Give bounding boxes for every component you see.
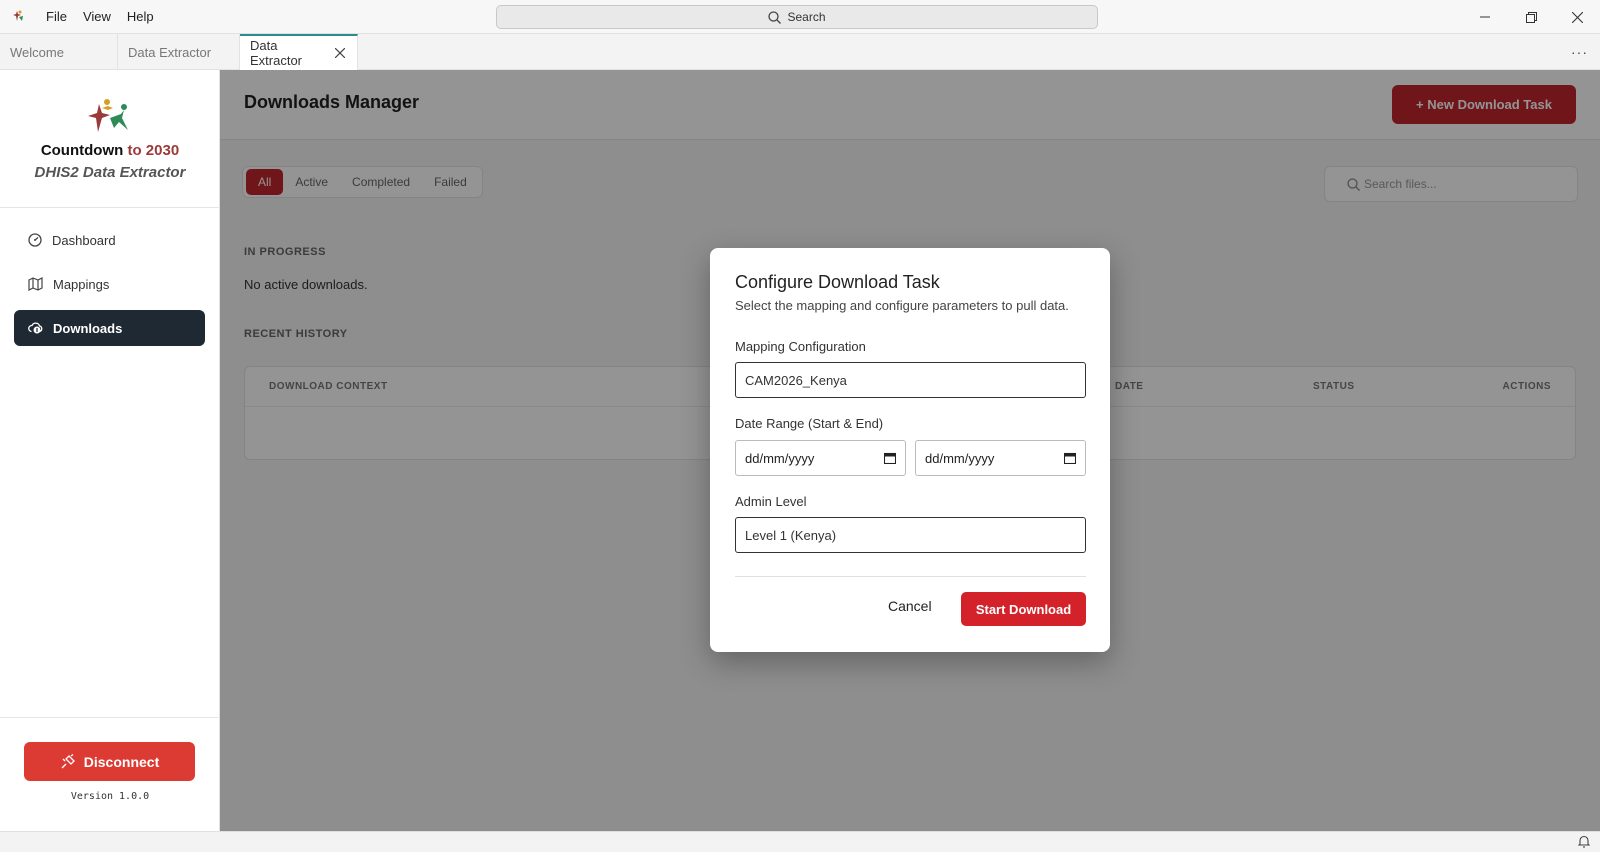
mapping-label: Mapping Configuration: [735, 339, 866, 354]
map-icon: [28, 277, 43, 291]
sidebar-item-label: Dashboard: [52, 232, 116, 248]
admin-level-label: Admin Level: [735, 494, 807, 509]
countdown-logo-icon: [88, 99, 128, 132]
window-controls: [1462, 0, 1600, 34]
sidebar-item-downloads[interactable]: Downloads: [14, 310, 205, 346]
admin-level-value: Level 1 (Kenya): [745, 527, 837, 543]
cloud-download-icon: [28, 322, 43, 334]
bell-icon[interactable]: [1578, 835, 1590, 848]
end-date-value: dd/mm/yyyy: [925, 450, 995, 466]
tab-more-button[interactable]: ···: [1571, 44, 1588, 60]
start-date-value: dd/mm/yyyy: [745, 450, 815, 466]
date-range-label: Date Range (Start & End): [735, 416, 884, 431]
close-icon: [1571, 11, 1583, 23]
brand-subtitle: DHIS2 Data Extractor: [34, 164, 186, 181]
admin-level-select[interactable]: Level 1 (Kenya): [735, 517, 1086, 553]
tab-welcome[interactable]: Welcome: [0, 34, 118, 70]
restore-icon: [1525, 11, 1537, 23]
gauge-icon: [28, 233, 42, 247]
sidebar-footer: Disconnect Version 1.0.0: [0, 717, 220, 831]
brand-name-a: Countdown: [40, 142, 124, 159]
menu-help[interactable]: Help: [119, 0, 162, 34]
disconnect-button[interactable]: Disconnect: [24, 742, 195, 781]
sidebar-item-label: Downloads: [53, 320, 123, 336]
restore-button[interactable]: [1508, 0, 1554, 34]
tab-close-button[interactable]: [333, 46, 347, 60]
menu-view[interactable]: View: [75, 0, 119, 34]
command-search[interactable]: Search: [496, 5, 1098, 29]
tab-label: Data Extractor: [250, 38, 303, 68]
tab-data-extractor-2[interactable]: Data Extractor: [240, 34, 358, 70]
calendar-icon[interactable]: [884, 452, 896, 464]
version-text: Version 1.0.0: [70, 791, 150, 802]
dialog-divider: [735, 576, 1086, 577]
calendar-icon[interactable]: [1064, 452, 1076, 464]
sidebar: Countdown to 2030 DHIS2 Data Extractor D…: [0, 70, 220, 831]
sidebar-item-dashboard[interactable]: Dashboard: [14, 222, 205, 258]
unplug-icon: [61, 753, 75, 768]
app-logo-icon: [13, 10, 23, 21]
disconnect-label: Disconnect: [83, 753, 160, 770]
menu-file[interactable]: File: [38, 0, 75, 34]
sidebar-nav: Dashboard Mappings Downloads: [14, 222, 205, 354]
status-bar: [0, 831, 1600, 852]
close-window-button[interactable]: [1554, 0, 1600, 34]
configure-download-dialog: Configure Download Task Select the mappi…: [710, 248, 1110, 652]
mapping-select[interactable]: CAM2026_Kenya: [735, 362, 1086, 398]
dialog-subtitle: Select the mapping and configure paramet…: [735, 298, 1069, 313]
minimize-button[interactable]: [1462, 0, 1508, 34]
start-date-input[interactable]: dd/mm/yyyy: [735, 440, 906, 476]
brand-title: Countdown to 2030: [0, 142, 220, 159]
close-icon: [335, 48, 345, 58]
search-icon: [768, 10, 782, 24]
start-download-button[interactable]: Start Download: [961, 592, 1086, 626]
brand-name-b: to 2030: [127, 142, 180, 159]
search-label: Search: [787, 10, 826, 24]
cancel-button[interactable]: Cancel: [888, 598, 932, 614]
tab-data-extractor-1[interactable]: Data Extractor: [118, 34, 240, 70]
dialog-title: Configure Download Task: [735, 272, 940, 292]
sidebar-item-label: Mappings: [53, 276, 110, 292]
sidebar-item-mappings[interactable]: Mappings: [14, 266, 205, 302]
brand: Countdown to 2030 DHIS2 Data Extractor: [0, 70, 220, 208]
tab-label: Welcome: [10, 44, 64, 60]
tab-bar: Welcome Data Extractor Data Extractor ··…: [0, 34, 1600, 70]
title-bar: File View Help Search: [0, 0, 1600, 34]
mapping-value: CAM2026_Kenya: [745, 372, 847, 388]
minimize-icon: [1480, 16, 1490, 18]
tab-label: Data Extractor: [128, 44, 212, 60]
end-date-input[interactable]: dd/mm/yyyy: [915, 440, 1086, 476]
